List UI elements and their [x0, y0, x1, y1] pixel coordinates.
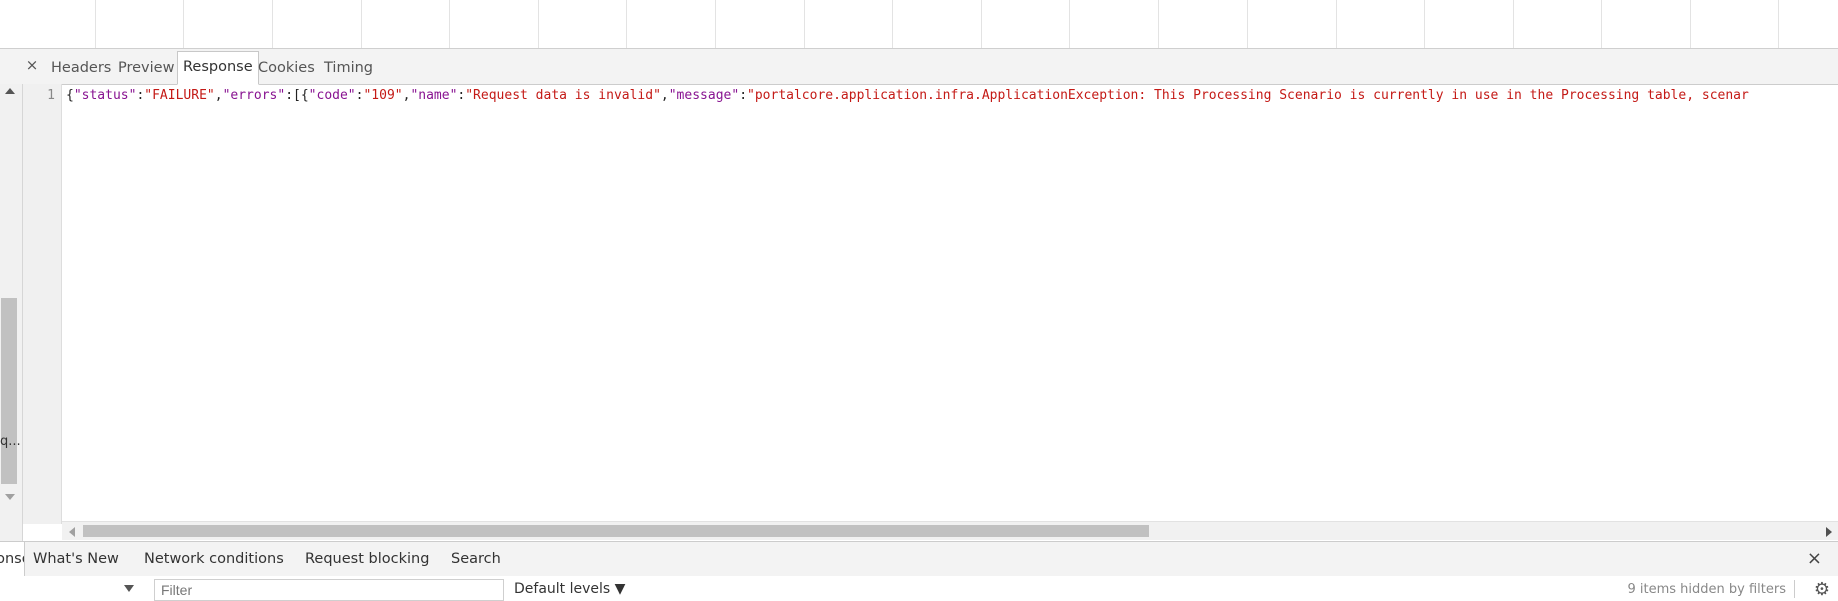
- drawer-tab-request-blocking[interactable]: Request blocking: [305, 542, 429, 576]
- tab-preview[interactable]: Preview: [113, 53, 179, 83]
- scrollbar-thumb[interactable]: [83, 525, 1149, 537]
- tab-cookies[interactable]: Cookies: [253, 53, 320, 83]
- timeline-gridline: [1778, 0, 1779, 48]
- timeline-gridline: [715, 0, 716, 48]
- console-filter-input[interactable]: [154, 579, 504, 601]
- json-token: ,: [214, 88, 223, 103]
- drawer-tabbar: Console What's New Network conditions Re…: [0, 541, 1838, 577]
- timeline-gridline: [538, 0, 539, 48]
- console-toolbar: Default levels ▼ 9 items hidden by filte…: [0, 576, 1838, 601]
- network-timeline-overview[interactable]: [0, 0, 1838, 49]
- scroll-left-arrow-icon[interactable]: [69, 527, 75, 537]
- drawer-tab-console[interactable]: Console: [0, 542, 25, 576]
- response-body-code[interactable]: {"status":"FAILURE","errors":[{"code":"1…: [66, 88, 1749, 103]
- request-list-scrollbar[interactable]: [0, 84, 23, 541]
- json-token: "portalcore.application.infra.Applicatio…: [747, 88, 1749, 103]
- timeline-gridline: [1069, 0, 1070, 48]
- timeline-gridline: [183, 0, 184, 48]
- timeline-gridline: [1247, 0, 1248, 48]
- tab-response[interactable]: Response: [177, 51, 259, 85]
- timeline-gridline: [981, 0, 982, 48]
- json-token: "errors": [222, 88, 286, 103]
- timeline-gridline: [626, 0, 627, 48]
- timeline-gridline: [361, 0, 362, 48]
- timeline-gridline: [804, 0, 805, 48]
- json-token: :[{: [285, 88, 309, 103]
- tab-timing[interactable]: Timing: [319, 53, 378, 83]
- drawer-tab-whats-new[interactable]: What's New: [33, 542, 119, 576]
- drawer-tab-search[interactable]: Search: [451, 542, 501, 576]
- scroll-right-arrow-icon[interactable]: [1826, 527, 1832, 537]
- timeline-gridline: [892, 0, 893, 48]
- toolbar-divider: [1794, 580, 1795, 598]
- context-selector-dropdown-icon[interactable]: [124, 585, 134, 592]
- json-token: "code": [308, 88, 356, 103]
- drawer-tab-label: Console: [0, 551, 24, 567]
- request-details-tabbar: × Headers Preview Response Cookies Timin…: [0, 49, 1838, 85]
- request-name-truncated[interactable]: q...: [0, 434, 21, 449]
- json-token: "109": [363, 88, 403, 103]
- json-token: "message": [668, 88, 740, 103]
- drawer-tab-network-conditions[interactable]: Network conditions: [144, 542, 284, 576]
- scroll-down-arrow-icon[interactable]: [5, 494, 15, 500]
- scroll-up-arrow-icon[interactable]: [5, 88, 15, 94]
- line-number-gutter: 1: [23, 84, 62, 524]
- line-number: 1: [47, 88, 55, 103]
- json-token: {: [66, 88, 74, 103]
- tab-headers[interactable]: Headers: [46, 53, 116, 83]
- timeline-gridline: [1336, 0, 1337, 48]
- timeline-gridline: [449, 0, 450, 48]
- log-levels-dropdown[interactable]: Default levels ▼: [514, 581, 625, 597]
- timeline-gridline: [1690, 0, 1691, 48]
- timeline-gridline: [1513, 0, 1514, 48]
- json-token: "FAILURE": [144, 88, 215, 103]
- json-token: "Request data is invalid": [465, 88, 661, 103]
- timeline-gridline: [1424, 0, 1425, 48]
- timeline-gridline: [1601, 0, 1602, 48]
- timeline-gridline: [1158, 0, 1159, 48]
- response-horizontal-scrollbar[interactable]: [62, 521, 1838, 540]
- json-token: :: [739, 88, 748, 103]
- hidden-items-count: 9 items hidden by filters: [1627, 582, 1787, 597]
- close-drawer-icon[interactable]: ×: [1807, 550, 1822, 568]
- json-token: ,: [660, 88, 669, 103]
- gear-icon[interactable]: ⚙: [1814, 579, 1830, 600]
- timeline-gridline: [95, 0, 96, 48]
- json-token: "name": [410, 88, 458, 103]
- close-details-icon[interactable]: ×: [24, 54, 40, 76]
- scrollbar-thumb[interactable]: [1, 298, 17, 484]
- json-token: "status": [73, 88, 137, 103]
- timeline-gridline: [272, 0, 273, 48]
